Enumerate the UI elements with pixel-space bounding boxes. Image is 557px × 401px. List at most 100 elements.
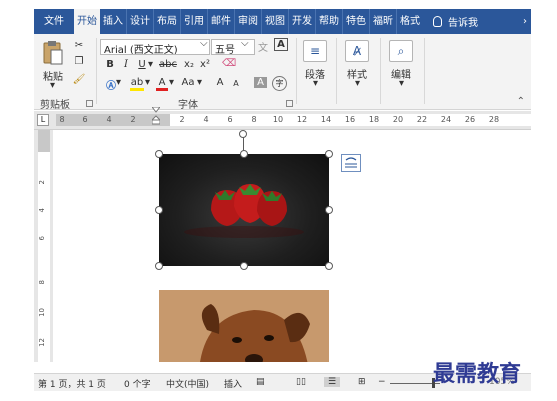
- watermark: 最需教育: [433, 361, 522, 387]
- font-name-input[interactable]: Arial (西文正文): [100, 39, 210, 55]
- tab-view[interactable]: 视图: [261, 9, 288, 34]
- tab-insert[interactable]: 插入: [100, 9, 126, 34]
- page-count[interactable]: 第 1 页，共 1 页: [38, 377, 106, 390]
- highlight-icon[interactable]: ab: [130, 77, 144, 91]
- print-layout-icon[interactable]: ☰: [324, 377, 341, 387]
- font-name-dropdown-icon[interactable]: ⌵: [200, 38, 208, 49]
- bold-button[interactable]: B: [104, 59, 116, 70]
- resize-handle-bottom-right[interactable]: [325, 262, 333, 270]
- resize-handle-left[interactable]: [155, 206, 163, 214]
- language-status[interactable]: 中文(中国): [166, 377, 209, 390]
- styles-dropdown-icon[interactable]: ▾: [355, 78, 360, 89]
- grow-font-button[interactable]: A: [214, 77, 226, 88]
- tab-mailings[interactable]: 邮件: [207, 9, 234, 34]
- font-color-dropdown-icon[interactable]: ▾: [169, 77, 174, 88]
- ruler-number: 24: [440, 115, 452, 124]
- rotate-handle[interactable]: [239, 130, 247, 138]
- ruler-number: 10: [272, 115, 284, 124]
- format-painter-icon[interactable]: 🖌: [72, 74, 86, 85]
- tab-layout[interactable]: 布局: [153, 9, 180, 34]
- horizontal-ruler-row: L 8 6 4 2 2 4 6 8 10 12 14 16 18 20 22 2…: [34, 107, 531, 130]
- clipboard-group-label: 剪贴板: [40, 100, 70, 111]
- tell-me-box[interactable]: 告诉我: [423, 14, 478, 29]
- resize-handle-top[interactable]: [240, 150, 248, 158]
- resize-handle-top-left[interactable]: [155, 150, 163, 158]
- tab-scroll-right-icon[interactable]: ›: [519, 9, 531, 34]
- ruler-number: 2: [130, 115, 136, 124]
- paragraph-button[interactable]: ≡: [303, 40, 327, 62]
- paste-dropdown-icon[interactable]: ▾: [50, 80, 55, 91]
- ruler-number: 16: [344, 115, 356, 124]
- paste-icon[interactable]: [42, 40, 64, 66]
- dog-image[interactable]: [159, 290, 329, 362]
- highlight-dropdown-icon[interactable]: ▾: [145, 77, 150, 88]
- ribbon-tab-bar: 文件 开始 插入 设计 布局 引用 邮件 审阅 视图 开发 帮助 特色 福昕 格…: [34, 9, 531, 34]
- insert-mode[interactable]: 插入: [224, 377, 242, 390]
- document-canvas[interactable]: [53, 130, 531, 362]
- clipboard-launcher-icon[interactable]: [86, 100, 93, 107]
- font-color-icon[interactable]: A: [156, 77, 168, 91]
- tab-special[interactable]: 特色: [342, 9, 369, 34]
- styles-button[interactable]: A̷: [345, 40, 369, 62]
- font-launcher-icon[interactable]: [286, 100, 293, 107]
- styles-icon: A̷: [352, 44, 362, 58]
- zoom-out-icon[interactable]: −: [378, 377, 386, 387]
- editing-button[interactable]: ⌕: [389, 40, 413, 62]
- change-case-dropdown-icon[interactable]: ▾: [197, 77, 202, 88]
- char-border-button[interactable]: A: [274, 38, 288, 51]
- strawberries-picture: [184, 184, 304, 238]
- font-size-dropdown-icon[interactable]: ⌵: [241, 38, 249, 49]
- copy-icon[interactable]: ❐: [72, 56, 86, 67]
- change-case-button[interactable]: Aa: [180, 77, 196, 88]
- vertical-ruler[interactable]: 2 4 6 8 10 12: [34, 130, 53, 362]
- ruler-number: 6: [227, 115, 233, 124]
- tell-me-bulb-icon: [433, 16, 442, 27]
- strawberries-image[interactable]: [159, 154, 329, 266]
- italic-button[interactable]: I: [120, 59, 132, 70]
- superscript-button[interactable]: x²: [198, 59, 212, 70]
- tab-home[interactable]: 开始: [74, 9, 100, 34]
- paragraph-dropdown-icon[interactable]: ▾: [313, 78, 318, 89]
- read-mode-icon[interactable]: ▯▯: [296, 377, 306, 387]
- vruler-number: 12: [38, 338, 46, 347]
- resize-handle-bottom[interactable]: [240, 262, 248, 270]
- tab-review[interactable]: 审阅: [234, 9, 261, 34]
- word-count[interactable]: 0 个字: [124, 377, 151, 390]
- tab-help[interactable]: 帮助: [315, 9, 342, 34]
- tab-foxit[interactable]: 福昕: [369, 9, 396, 34]
- tab-format[interactable]: 格式: [396, 9, 423, 34]
- tab-selector[interactable]: L: [37, 114, 49, 126]
- web-layout-icon[interactable]: ⊞: [358, 377, 366, 387]
- resize-handle-right[interactable]: [325, 206, 333, 214]
- cut-icon[interactable]: ✂: [72, 40, 86, 51]
- vruler-number: 8: [38, 280, 46, 285]
- underline-dropdown-icon[interactable]: ▾: [148, 59, 153, 70]
- editing-dropdown-icon[interactable]: ▾: [399, 78, 404, 89]
- ruler-number: 14: [320, 115, 332, 124]
- tab-design[interactable]: 设计: [126, 9, 153, 34]
- char-shade-button[interactable]: A: [254, 77, 267, 88]
- wen-button[interactable]: 文: [256, 39, 270, 54]
- vruler-number: 6: [38, 236, 46, 241]
- ruler-number: 8: [251, 115, 257, 124]
- subscript-button[interactable]: x₂: [182, 59, 196, 70]
- eraser-icon[interactable]: ⌫: [222, 58, 236, 69]
- underline-button[interactable]: U: [136, 59, 148, 70]
- macro-record-icon[interactable]: ▤: [256, 377, 265, 387]
- tab-references[interactable]: 引用: [180, 9, 207, 34]
- horizontal-ruler[interactable]: 8 6 4 2 2 4 6 8 10 12 14 16 18 20 22 24 …: [56, 114, 531, 126]
- vruler-number: 10: [38, 308, 46, 317]
- tell-me-label: 告诉我: [448, 18, 478, 29]
- layout-options-icon[interactable]: [341, 154, 361, 172]
- text-effects-dropdown-icon[interactable]: ▾: [116, 77, 121, 88]
- shrink-font-button[interactable]: A: [231, 79, 241, 88]
- ruler-number: 26: [464, 115, 476, 124]
- strikethrough-button[interactable]: abc: [158, 59, 178, 70]
- resize-handle-bottom-left[interactable]: [155, 262, 163, 270]
- tab-file[interactable]: 文件: [34, 9, 74, 34]
- indent-marker-icon[interactable]: [152, 107, 160, 125]
- tab-developer[interactable]: 开发: [288, 9, 315, 34]
- collapse-ribbon-icon[interactable]: ⌃: [517, 96, 525, 107]
- enclose-char-button[interactable]: 字: [272, 76, 287, 91]
- resize-handle-top-right[interactable]: [325, 150, 333, 158]
